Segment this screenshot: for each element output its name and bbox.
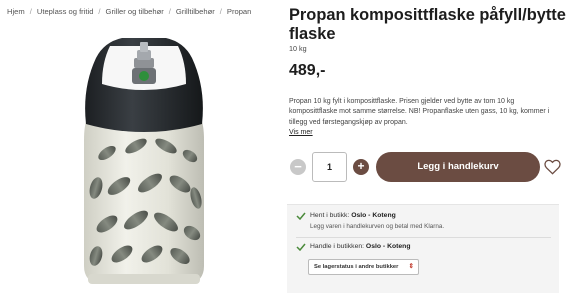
breadcrumb-item-grills[interactable]: Griller og tilbehør [106,7,164,16]
breadcrumb: Hjem / Uteplass og fritid / Griller og tilbe… [7,7,251,16]
breadcrumb-item-home[interactable]: Hjem [7,7,25,16]
divider [296,237,551,238]
breadcrumb-separator: / [29,7,32,16]
product-price: 489,- [289,62,326,79]
product-title: Propan komposittflaske påfyll/bytte flas… [289,6,566,43]
breadcrumb-separator: / [219,7,222,16]
pickup-label: Hent i butikk: [310,212,350,219]
checkmark-icon [296,212,306,220]
product-image [84,38,204,284]
quantity-input[interactable]: 1 [312,152,347,182]
breadcrumb-item-grill-accessories[interactable]: Grilltilbehør [176,7,215,16]
pickup-text: Hent i butikk: Oslo - Koteng [310,212,396,219]
checkmark-icon [296,243,306,251]
quantity-increase-button[interactable]: + [353,159,369,175]
stock-status-select[interactable]: Se lagerstatus i andre butikker ⇕ [308,259,419,275]
show-more-link[interactable]: Vis mer [289,129,313,136]
add-to-cart-button[interactable]: Legg i handlekurv [376,152,540,182]
breadcrumb-item-outdoor[interactable]: Uteplass og fritid [37,7,94,16]
stock-status-label: Se lagerstatus i andre butikker [314,264,399,270]
heart-icon[interactable] [544,159,561,175]
pickup-subtext: Legg varen i handlekurven og betal med K… [310,223,445,230]
breadcrumb-separator: / [98,7,101,16]
instore-label: Handle i butikken: [310,243,365,250]
instore-store: Oslo - Koteng [365,243,411,250]
quantity-decrease-button[interactable]: − [290,159,306,175]
product-description: Propan 10 kg fylt i komposittflaske. Pri… [289,98,550,126]
product-weight: 10 kg [289,44,307,53]
breadcrumb-item-propane[interactable]: Propan [227,7,252,16]
breadcrumb-separator: / [168,7,171,16]
pickup-store: Oslo - Koteng [351,212,396,219]
chevron-updown-icon: ⇕ [408,263,414,270]
instore-text: Handle i butikken: Oslo - Koteng [310,243,410,250]
